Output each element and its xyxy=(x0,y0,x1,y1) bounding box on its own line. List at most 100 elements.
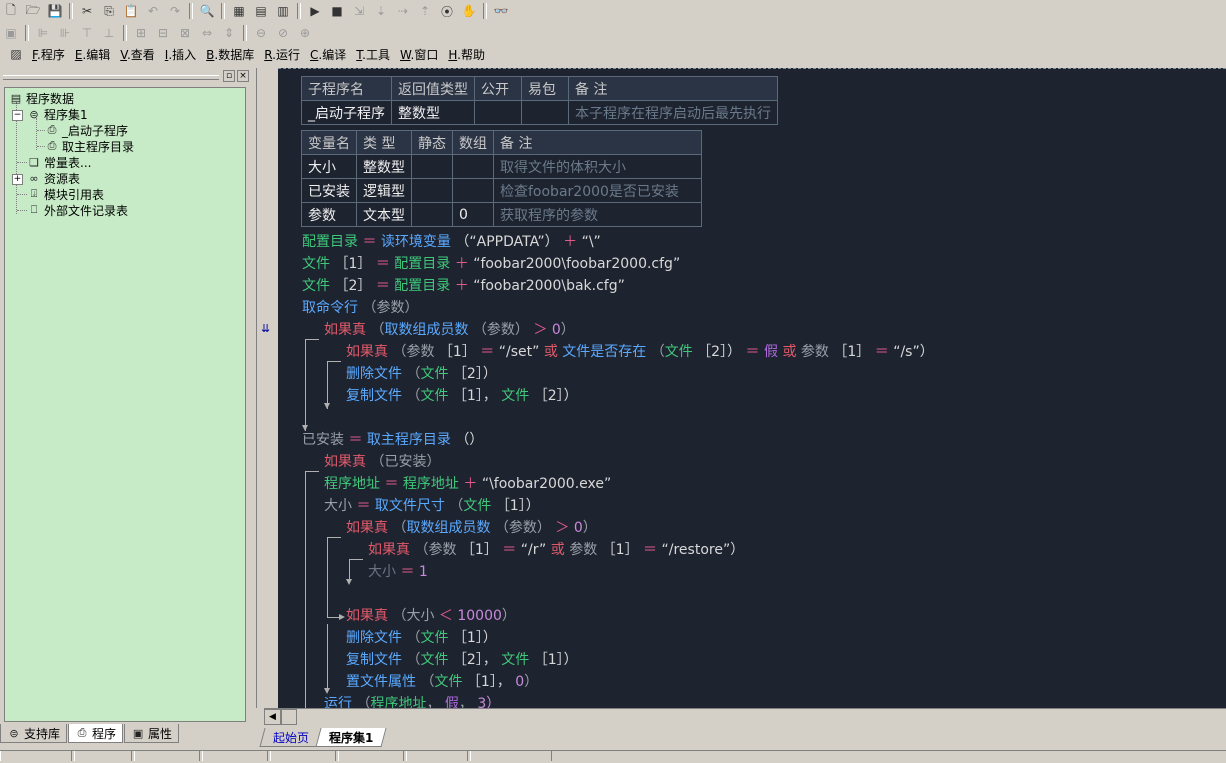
same-width-icon[interactable]: ⊞ xyxy=(131,24,151,42)
tree-resources[interactable]: ∞ 资源表 xyxy=(27,170,80,186)
center-v-icon[interactable]: ⊘ xyxy=(273,24,293,42)
code-line[interactable]: 如果真 （大小 ＜ 10000） xyxy=(346,605,516,627)
align-top-icon[interactable]: ⊤ xyxy=(77,24,97,42)
tree-module-refs[interactable]: ⍗ 模块引用表 xyxy=(27,186,104,202)
code-line[interactable]: 复制文件 （文件 ［1］， 文件 ［2］） xyxy=(346,385,578,407)
tab-support-library[interactable]: ⊜ 支持库 xyxy=(0,724,68,743)
menu-window[interactable]: W.窗口 xyxy=(395,46,443,63)
sub-cell-name[interactable]: _启动子程序 xyxy=(301,100,392,125)
form-icon[interactable]: ▣ xyxy=(1,24,21,42)
tree-constants[interactable]: ❏ 常量表... xyxy=(27,154,91,170)
same-height-icon[interactable]: ⊟ xyxy=(153,24,173,42)
cut-icon[interactable]: ✂ xyxy=(77,2,97,20)
var-cell-type[interactable]: 文本型 xyxy=(356,202,412,227)
step-out-icon[interactable]: ⇡ xyxy=(415,2,435,20)
var-cell-array[interactable]: 0 xyxy=(452,202,494,227)
center-h-icon[interactable]: ⊖ xyxy=(251,24,271,42)
tree-sub-maindir[interactable]: ⎙ 取主程序目录 xyxy=(45,138,134,154)
align-bottom-icon[interactable]: ⊥ xyxy=(99,24,119,42)
same-size-icon[interactable]: ⊠ xyxy=(175,24,195,42)
horizontal-scrollbar[interactable]: ◀ xyxy=(264,708,1226,725)
var-cell-remark[interactable]: 检查foobar2000是否已安装 xyxy=(493,178,702,203)
var-cell-remark[interactable]: 获取程序的参数 xyxy=(493,202,702,227)
code-line[interactable]: 大小 ＝ 取文件尺寸 （文件 ［1］） xyxy=(324,495,540,517)
sub-cell-remark[interactable]: 本子程序在程序启动后最先执行 xyxy=(568,100,778,125)
tree-program-set[interactable]: ⊜ 程序集1 xyxy=(27,106,87,122)
copy-icon[interactable]: ⎘ xyxy=(99,2,119,20)
undo-icon[interactable]: ↶ xyxy=(143,2,163,20)
var-cell-remark[interactable]: 取得文件的体积大小 xyxy=(493,154,702,179)
code-line[interactable]: 如果真 （参数 ［1］ ＝ “/set” 或 文件是否存在 （文件 ［2］） ＝… xyxy=(346,341,934,363)
scroll-left-button[interactable]: ◀ xyxy=(264,709,281,725)
breakpoint-icon[interactable]: ⦿ xyxy=(437,2,457,20)
code-line[interactable]: 置文件属性 （文件 ［1］， 0） xyxy=(346,671,538,693)
debug-step-icon[interactable]: ⇲ xyxy=(349,2,369,20)
hand-icon[interactable]: ✋ xyxy=(459,2,479,20)
var-cell-array[interactable] xyxy=(452,178,494,203)
tree-expander[interactable]: − xyxy=(12,110,23,121)
code-line[interactable]: 配置目录 ＝ 读环境变量 （“APPDATA”） ＋ “\” xyxy=(302,231,601,253)
app-menu-icon[interactable]: ▨ xyxy=(6,45,26,63)
code-line[interactable]: 如果真 （已安装） xyxy=(324,451,440,473)
sub-cell-easy[interactable] xyxy=(521,100,569,125)
var-cell-name[interactable]: 已安装 xyxy=(301,178,357,203)
var-cell-name[interactable]: 大小 xyxy=(301,154,357,179)
code-line[interactable]: 删除文件 （文件 ［2］） xyxy=(346,363,497,385)
redo-icon[interactable]: ↷ xyxy=(165,2,185,20)
vspace-icon[interactable]: ⇕ xyxy=(219,24,239,42)
panel-grip[interactable] xyxy=(3,75,219,80)
layout-3-icon[interactable]: ▥ xyxy=(273,2,293,20)
panel-close-button[interactable]: × xyxy=(237,70,249,82)
menu-view[interactable]: V.查看 xyxy=(115,46,160,63)
menu-program[interactable]: F.程序 xyxy=(27,46,70,63)
tree-expander[interactable]: + xyxy=(12,174,23,185)
open-folder-icon[interactable]: 🗁 xyxy=(23,2,43,20)
grid-icon[interactable]: ⊕ xyxy=(295,24,315,42)
save-icon[interactable]: 💾 xyxy=(45,2,65,20)
stop-icon[interactable]: ■ xyxy=(327,2,347,20)
code-line[interactable]: 如果真 （取数组成员数 （参数） ＞ 0） xyxy=(346,517,597,539)
run-icon[interactable]: ▶ xyxy=(305,2,325,20)
code-line[interactable]: 文件 ［2］ ＝ 配置目录 ＋ “foobar2000\bak.cfg” xyxy=(302,275,625,297)
code-line[interactable]: 如果真 （参数 ［1］ ＝ “/r” 或 参数 ［1］ ＝ “/restore”… xyxy=(368,539,744,561)
tab-properties[interactable]: ▣ 属性 xyxy=(124,724,180,743)
tab-program[interactable]: ⎙ 程序 xyxy=(68,724,124,743)
var-cell-type[interactable]: 逻辑型 xyxy=(356,178,412,203)
tree-external-files[interactable]: ⎕ 外部文件记录表 xyxy=(27,202,128,218)
paste-icon[interactable]: 📋 xyxy=(121,2,141,20)
code-line[interactable]: 已安装 ＝ 取主程序目录 （） xyxy=(302,429,483,451)
code-line[interactable]: 取命令行 （参数） xyxy=(302,297,418,319)
menu-run[interactable]: R.运行 xyxy=(259,46,305,63)
menu-help[interactable]: H.帮助 xyxy=(443,46,490,63)
sub-cell-public[interactable] xyxy=(474,100,522,125)
align-center-icon[interactable]: ⊪ xyxy=(55,24,75,42)
find-icon[interactable]: 🔍 xyxy=(197,2,217,20)
code-line[interactable]: 如果真 （取数组成员数 （参数） ＞ 0） xyxy=(324,319,575,341)
tab-program-set1[interactable]: 程序集1 xyxy=(315,728,387,747)
var-cell-array[interactable] xyxy=(452,154,494,179)
menu-edit[interactable]: E.编辑 xyxy=(70,46,115,63)
code-line[interactable]: 运行 （程序地址， 假， 3） xyxy=(324,693,500,708)
var-cell-name[interactable]: 参数 xyxy=(301,202,357,227)
scroll-thumb[interactable] xyxy=(281,709,297,725)
tree-root[interactable]: ▤ 程序数据 xyxy=(9,90,74,106)
step-into-icon[interactable]: ⇣ xyxy=(371,2,391,20)
var-cell-static[interactable] xyxy=(411,202,453,227)
align-left-icon[interactable]: ⊫ xyxy=(33,24,53,42)
code-line[interactable]: 程序地址 ＝ 程序地址 ＋ “\foobar2000.exe” xyxy=(324,473,611,495)
code-line[interactable]: 大小 ＝ 1 xyxy=(368,561,428,583)
new-file-icon[interactable]: 🗋 xyxy=(1,2,21,20)
tree-sub-startup[interactable]: ⎙ _启动子程序 xyxy=(45,122,128,138)
layout-1-icon[interactable]: ▦ xyxy=(229,2,249,20)
step-over-icon[interactable]: ⇢ xyxy=(393,2,413,20)
sub-cell-return[interactable]: 整数型 xyxy=(391,100,475,125)
var-cell-type[interactable]: 整数型 xyxy=(356,154,412,179)
code-line[interactable]: 文件 ［1］ ＝ 配置目录 ＋ “foobar2000\foobar2000.c… xyxy=(302,253,680,275)
menu-insert[interactable]: I.插入 xyxy=(160,46,201,63)
code-editor[interactable]: 子程序名 返回值类型 公开 易包 备 注 _启动子程序 整数型 本子程序在程序启… xyxy=(278,68,1226,708)
tab-start-page[interactable]: 起始页 xyxy=(259,728,323,747)
binoculars-icon[interactable]: 👓 xyxy=(491,2,511,20)
panel-restore-button[interactable]: ▫ xyxy=(223,70,235,82)
var-cell-static[interactable] xyxy=(411,154,453,179)
code-line[interactable]: 删除文件 （文件 ［1］） xyxy=(346,627,497,649)
